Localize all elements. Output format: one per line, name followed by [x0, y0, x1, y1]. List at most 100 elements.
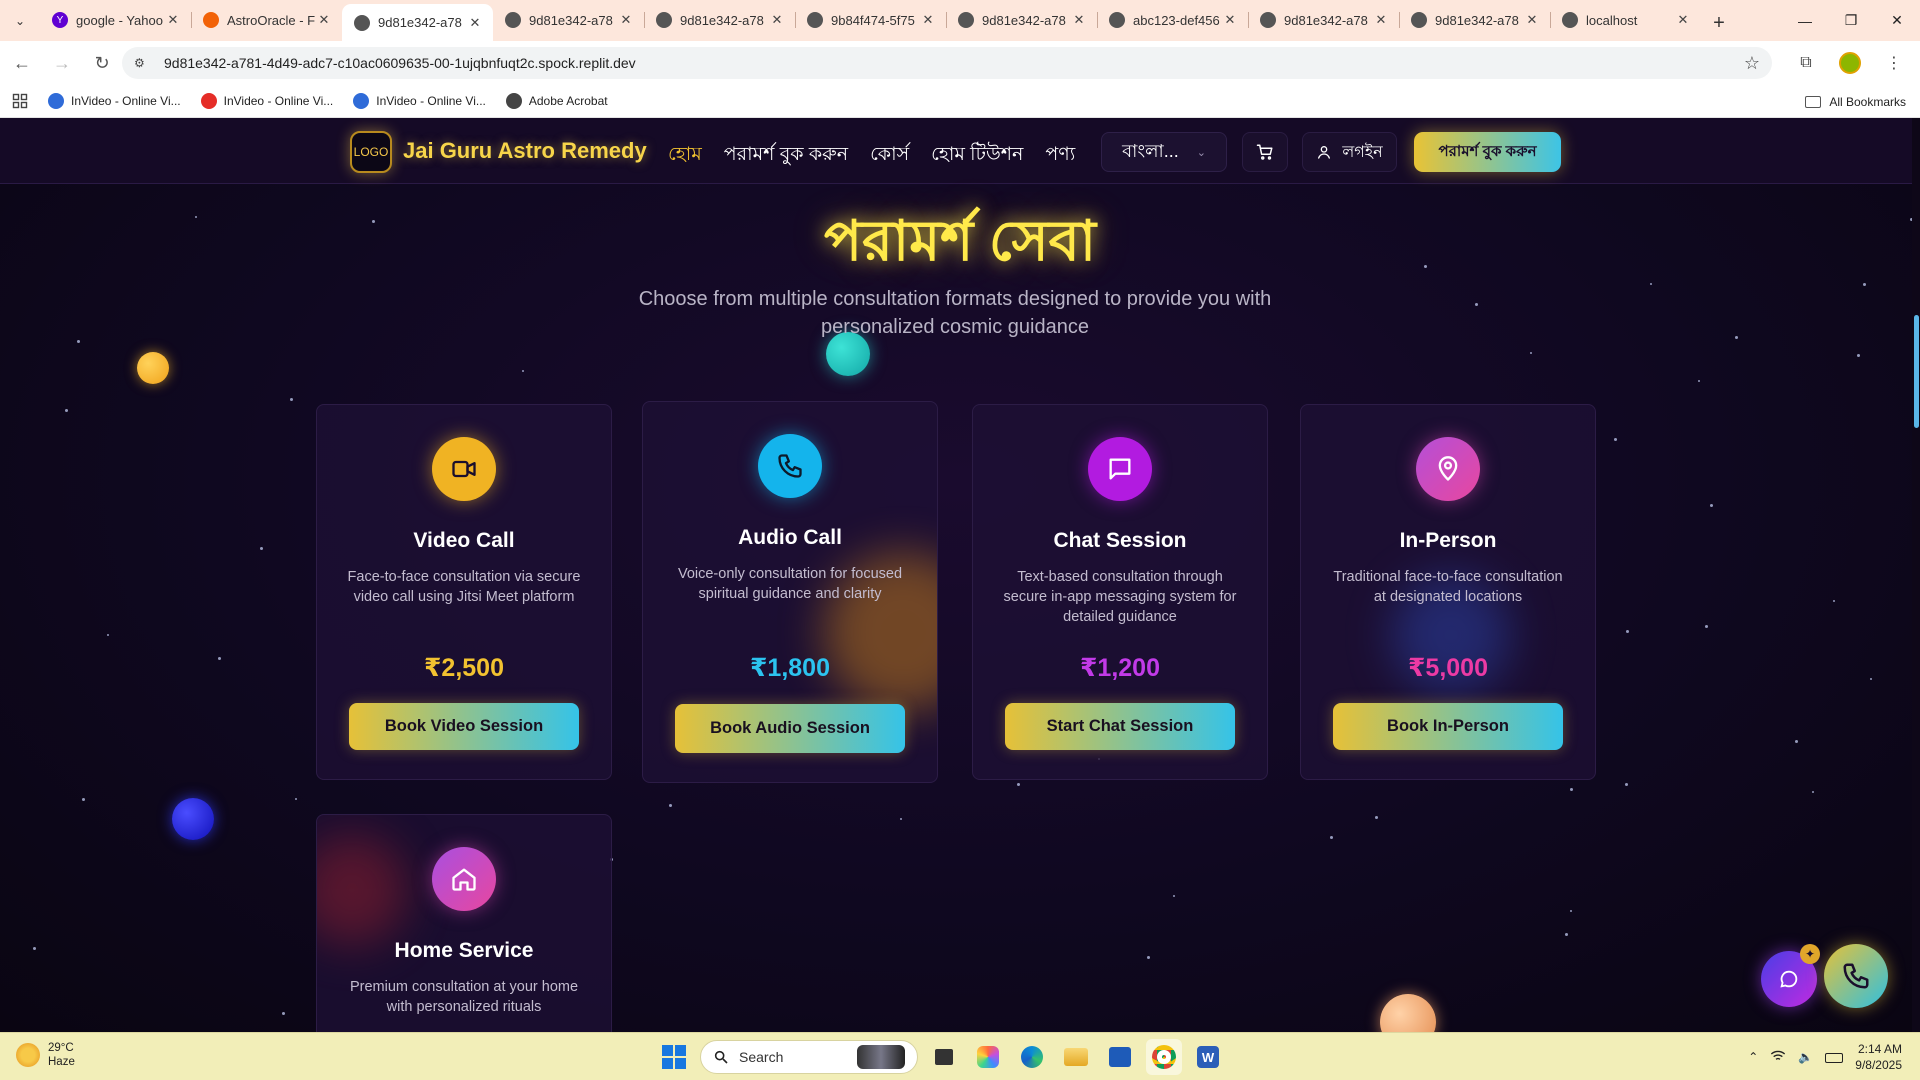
- service-title: Home Service: [394, 939, 534, 962]
- browser-tab[interactable]: localhost ✕: [1550, 3, 1701, 37]
- close-tab-icon[interactable]: ✕: [769, 12, 785, 28]
- service-title: Chat Session: [1053, 529, 1187, 552]
- start-chat-session-button[interactable]: Start Chat Session: [1005, 703, 1235, 750]
- close-tab-icon[interactable]: ✕: [1373, 12, 1389, 28]
- apps-grid-icon[interactable]: [2, 87, 38, 115]
- floating-call-button[interactable]: [1824, 944, 1888, 1008]
- browser-tab[interactable]: 9d81e342-a78 ✕: [493, 3, 644, 37]
- close-tab-icon[interactable]: ✕: [165, 12, 181, 28]
- header-book-consultation-button[interactable]: পরামর্শ বুক করুন: [1414, 132, 1561, 172]
- brand-name[interactable]: Jai Guru Astro Remedy: [403, 138, 647, 164]
- bookmark-star-icon[interactable]: ☆: [1744, 53, 1760, 74]
- forward-button[interactable]: →: [44, 45, 80, 81]
- extensions-icon[interactable]: ⧉: [1788, 45, 1824, 81]
- star-dot: [1017, 783, 1020, 786]
- clock[interactable]: 2:14 AM 9/8/2025: [1855, 1041, 1902, 1073]
- language-select[interactable]: বাংলা... ⌄: [1101, 132, 1227, 172]
- browser-tab[interactable]: 9d81e342-a78 ✕: [1399, 3, 1550, 37]
- browser-tab[interactable]: abc123-def456 ✕: [1097, 3, 1248, 37]
- start-button[interactable]: [656, 1039, 692, 1075]
- clock-date: 9/8/2025: [1855, 1058, 1902, 1072]
- weather-condition-label: Haze: [48, 1056, 75, 1068]
- login-button[interactable]: লগইন: [1302, 132, 1397, 172]
- browser-tab[interactable]: Ygoogle - Yahoo ✕: [40, 3, 191, 37]
- all-bookmarks-button[interactable]: All Bookmarks: [1805, 85, 1906, 118]
- reload-button[interactable]: ↻: [84, 45, 120, 81]
- restore-button[interactable]: ❐: [1828, 0, 1874, 41]
- service-card-chat: Chat Session Text-based consultation thr…: [972, 404, 1268, 780]
- nav-link[interactable]: হোম: [668, 140, 702, 172]
- book-audio-session-button[interactable]: Book Audio Session: [675, 704, 905, 753]
- back-button[interactable]: ←: [4, 45, 40, 81]
- clock-time: 2:14 AM: [1857, 1042, 1902, 1056]
- star-dot: [1173, 895, 1175, 897]
- bookmarks-bar: InVideo - Online Vi... InVideo - Online V…: [0, 85, 1920, 118]
- browser-tab[interactable]: 9d81e342-a78 ✕: [1248, 3, 1399, 37]
- chrome-icon[interactable]: [1146, 1039, 1182, 1075]
- service-price: ₹1,200: [1080, 654, 1160, 682]
- tab-favicon-icon: [958, 12, 974, 28]
- nav-link[interactable]: পরামর্শ বুক করুন: [724, 140, 848, 172]
- section-subtitle: Choose from multiple consultation format…: [638, 288, 1272, 338]
- scrollbar-thumb[interactable]: [1914, 315, 1919, 428]
- copilot-icon[interactable]: [970, 1039, 1006, 1075]
- close-tab-icon[interactable]: ✕: [920, 12, 936, 28]
- wifi-icon[interactable]: [1770, 1049, 1786, 1066]
- word-icon[interactable]: W: [1190, 1039, 1226, 1075]
- profile-avatar[interactable]: [1832, 45, 1868, 81]
- service-description: Voice-only consultation for focused spir…: [677, 566, 903, 602]
- menu-icon[interactable]: ⋮: [1876, 45, 1912, 81]
- nav-link[interactable]: হোম টিউশন: [931, 140, 1023, 172]
- chevron-up-icon[interactable]: ⌃: [1748, 1050, 1758, 1064]
- window-controls: — ❐ ✕: [1782, 0, 1920, 41]
- page-scrollbar[interactable]: [1912, 118, 1920, 1032]
- star-dot: [1812, 791, 1814, 793]
- star-dot: [1625, 783, 1628, 786]
- bookmark-favicon-icon: [200, 93, 217, 109]
- new-tab-button[interactable]: +: [1701, 5, 1737, 41]
- close-tab-icon[interactable]: ✕: [316, 12, 332, 28]
- bookmark-item[interactable]: InVideo - Online Vi...: [343, 87, 496, 115]
- microsoft-store-icon[interactable]: [1102, 1039, 1138, 1075]
- taskbar-apps: Search W: [656, 1039, 1226, 1075]
- book-video-session-button[interactable]: Book Video Session: [349, 703, 579, 750]
- tab-title: 9b84f474-5f75: [831, 12, 915, 28]
- site-logo[interactable]: LOGO: [350, 131, 392, 173]
- bookmark-item[interactable]: InVideo - Online Vi...: [38, 87, 191, 115]
- site-info-icon[interactable]: ⚙: [134, 56, 152, 70]
- browser-tab[interactable]: 9d81e342-a78 ✕: [342, 4, 493, 41]
- tab-list: Ygoogle - Yahoo ✕ AstroOracle - F ✕ 9d81e342…: [40, 3, 1701, 41]
- tab-favicon-icon: [203, 12, 219, 28]
- task-view-icon[interactable]: [926, 1039, 962, 1075]
- close-tab-icon[interactable]: ✕: [618, 12, 634, 28]
- address-bar[interactable]: ⚙ 9d81e342-a781-4d49-adc7-c10ac0609635-0…: [122, 47, 1772, 79]
- edge-browser-icon[interactable]: [1014, 1039, 1050, 1075]
- battery-icon[interactable]: [1825, 1050, 1844, 1064]
- weather-widget[interactable]: 29°C Haze: [16, 1041, 75, 1069]
- browser-tab[interactable]: 9b84f474-5f75 ✕: [795, 3, 946, 37]
- close-tab-icon[interactable]: ✕: [1071, 12, 1087, 28]
- url-text[interactable]: 9d81e342-a781-4d49-adc7-c10ac0609635-00-…: [164, 55, 1744, 71]
- book-in-person-button[interactable]: Book In-Person: [1333, 703, 1563, 750]
- close-tab-icon[interactable]: ✕: [1524, 12, 1540, 28]
- bookmark-item[interactable]: InVideo - Online Vi...: [191, 87, 344, 115]
- nav-link[interactable]: পণ্য: [1045, 140, 1075, 172]
- browser-tab[interactable]: 9d81e342-a78 ✕: [946, 3, 1097, 37]
- minimize-button[interactable]: —: [1782, 0, 1828, 41]
- tab-search-button[interactable]: ⌄: [0, 0, 40, 41]
- nav-link[interactable]: কোর্স: [870, 140, 909, 172]
- browser-tab[interactable]: 9d81e342-a78 ✕: [644, 3, 795, 37]
- taskbar-search[interactable]: Search: [700, 1040, 918, 1074]
- close-tab-icon[interactable]: ✕: [1675, 12, 1691, 28]
- close-tab-icon[interactable]: ✕: [1222, 12, 1238, 28]
- bookmark-item[interactable]: Adobe Acrobat: [496, 87, 618, 115]
- chevron-down-icon: ⌄: [1196, 146, 1206, 159]
- cart-button[interactable]: [1242, 132, 1288, 172]
- system-tray: ⌃ 🔈 2:14 AM 9/8/2025: [1748, 1041, 1902, 1073]
- volume-icon[interactable]: 🔈: [1798, 1050, 1813, 1064]
- close-tab-icon[interactable]: ✕: [467, 15, 483, 31]
- file-explorer-icon[interactable]: [1058, 1039, 1094, 1075]
- tab-favicon-icon: [1109, 12, 1125, 28]
- browser-tab[interactable]: AstroOracle - F ✕: [191, 3, 342, 37]
- close-window-button[interactable]: ✕: [1874, 0, 1920, 41]
